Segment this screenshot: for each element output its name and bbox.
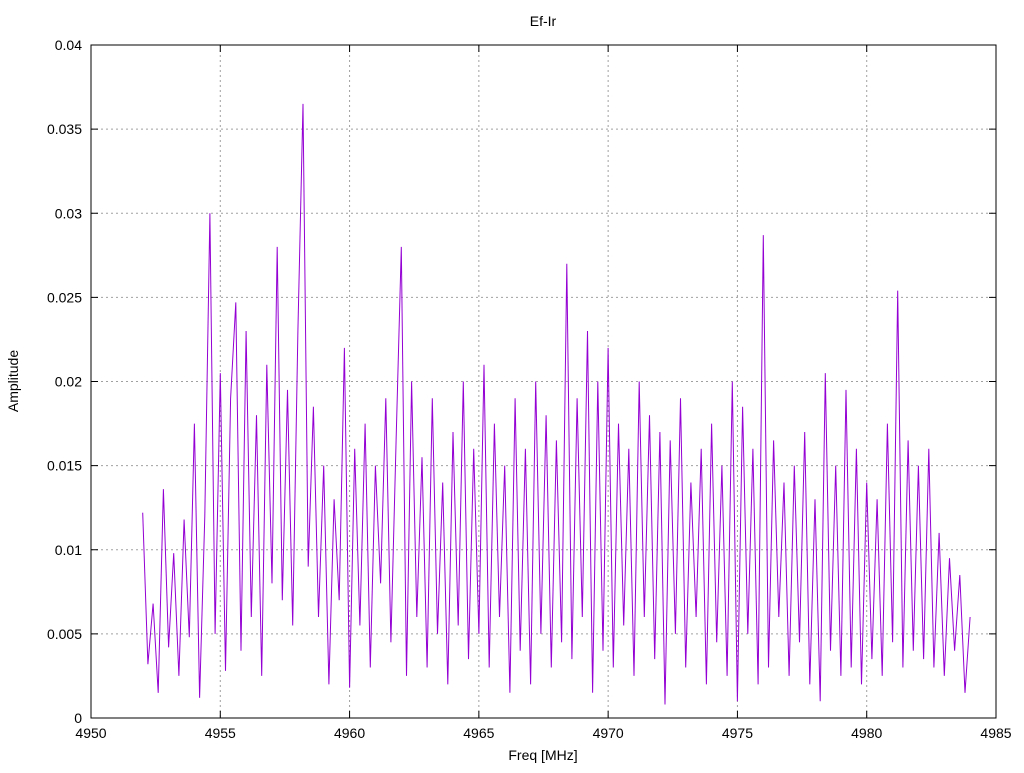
y-tick-label: 0 bbox=[74, 710, 82, 726]
x-tick-label: 4970 bbox=[593, 725, 624, 741]
x-tick-label: 4955 bbox=[205, 725, 236, 741]
y-tick-label: 0.01 bbox=[55, 542, 82, 558]
y-tick-label: 0.02 bbox=[55, 374, 82, 390]
chart: 4950 4955 4960 4965 4970 4975 4980 4985 0 0.005 0.… bbox=[5, 13, 1012, 763]
x-axis-label: Freq [MHz] bbox=[508, 747, 577, 763]
chart-title: Ef-Ir bbox=[530, 13, 557, 29]
x-tick-label: 4985 bbox=[980, 725, 1011, 741]
y-tick-label: 0.04 bbox=[55, 37, 82, 53]
y-tick-label: 0.03 bbox=[55, 205, 82, 221]
y-tick-label: 0.015 bbox=[47, 458, 82, 474]
x-tick-label: 4975 bbox=[722, 725, 753, 741]
x-tick-label: 4980 bbox=[851, 725, 882, 741]
x-tick-label: 4965 bbox=[463, 725, 494, 741]
y-axis-label: Amplitude bbox=[5, 350, 21, 412]
series-line bbox=[142, 103, 971, 705]
x-tick-label: 4960 bbox=[334, 725, 365, 741]
x-tick-label: 4950 bbox=[75, 725, 106, 741]
y-tick-label: 0.025 bbox=[47, 289, 82, 305]
y-tick-label: 0.005 bbox=[47, 626, 82, 642]
y-tick-label: 0.035 bbox=[47, 121, 82, 137]
